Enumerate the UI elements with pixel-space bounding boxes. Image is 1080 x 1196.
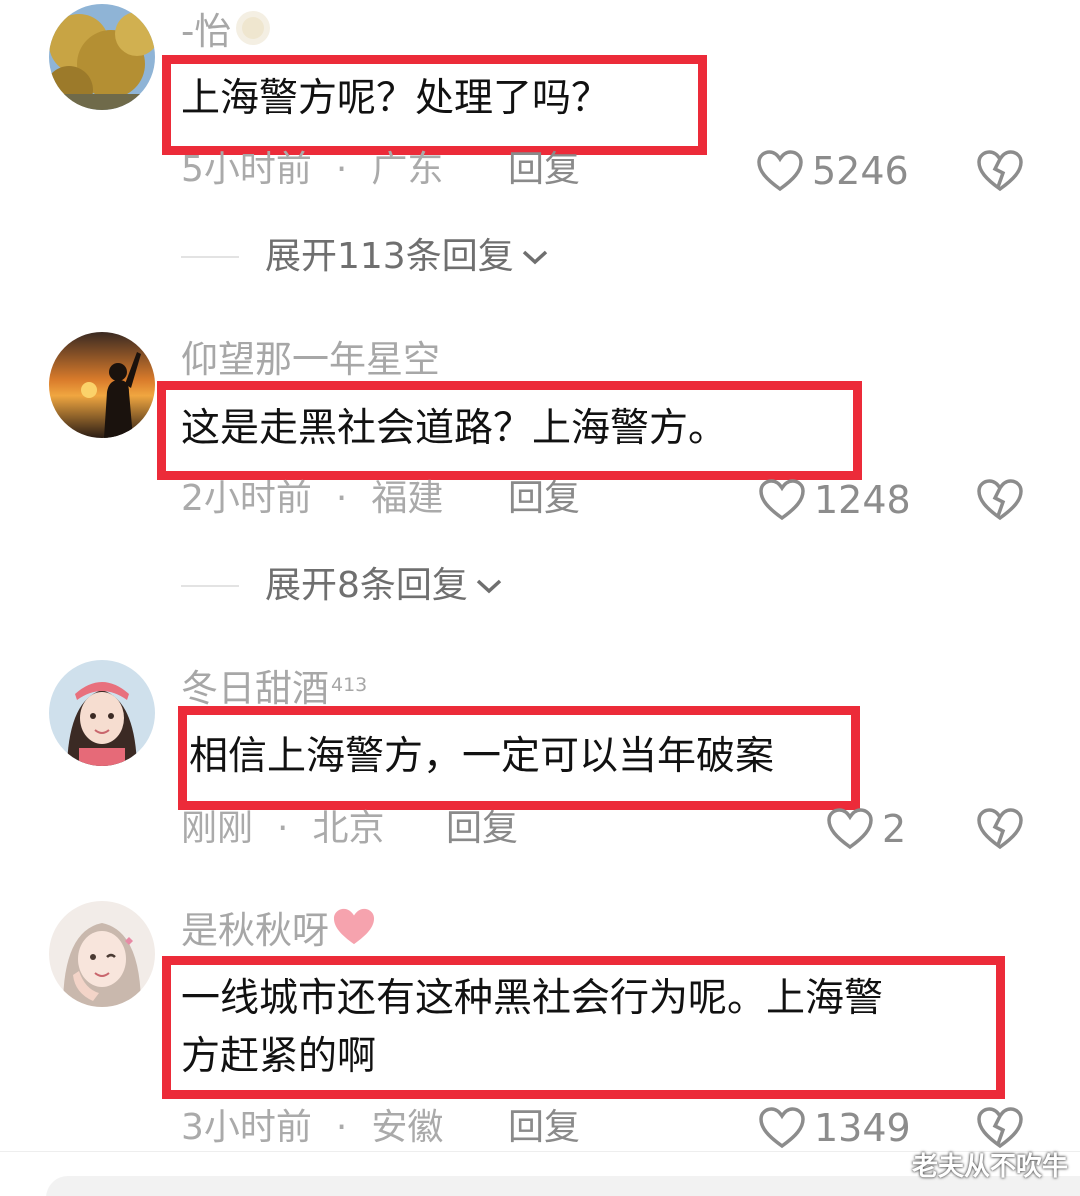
username[interactable]: 仰望那一年星空 [181,337,440,383]
like-count: 1248 [814,478,911,522]
heart-icon [827,808,873,850]
timestamp: 3小时前 [181,1107,312,1148]
heart-badge-icon [331,906,377,959]
like-count: 2 [882,807,907,851]
like-button[interactable]: 1349 [758,1103,911,1153]
avatar[interactable] [49,901,155,1007]
chevron-down-icon [476,579,502,594]
username[interactable]: -怡 [181,8,273,59]
location: 广东 [371,149,444,190]
comment-meta: 2小时前 · 福建 [181,476,443,522]
location: 北京 [312,808,385,849]
location: 福建 [371,478,444,519]
chevron-down-icon [522,250,547,265]
reply-button[interactable]: 回复 [446,806,518,852]
tree-avatar-icon [49,4,155,110]
like-count: 1349 [814,1106,911,1150]
divider [181,585,239,587]
avatar[interactable] [49,660,155,766]
like-button[interactable]: 1248 [758,475,911,525]
avatar[interactable] [49,4,155,110]
timestamp: 刚刚 [181,808,254,849]
broken-heart-icon[interactable] [976,478,1024,522]
comment-meta: 刚刚 · 北京 [181,806,384,852]
separator: · [335,149,348,190]
comment-text-line-2: 方赶紧的啊 [181,1034,377,1079]
girl-avatar-icon [49,660,155,766]
comment-text-line-1: 一线城市还有这种黑社会行为呢。上海警 [181,976,884,1021]
username[interactable]: 是秋秋呀 [181,906,377,959]
broken-heart-icon[interactable] [976,149,1024,193]
separator: · [335,1107,348,1148]
timestamp: 5小时前 [181,149,312,190]
heart-icon [757,150,803,192]
expand-label: 展开8条回复 [265,565,468,606]
comment-meta: 3小时前 · 安徽 [181,1105,443,1151]
like-button[interactable]: 5246 [756,146,909,196]
divider [181,256,239,258]
avatar[interactable] [49,332,155,438]
heart-icon [759,1107,805,1149]
like-count: 5246 [812,149,909,193]
badge-icon [233,8,273,59]
timestamp: 2小时前 [181,478,312,519]
expand-replies-button[interactable]: 展开8条回复 [181,563,504,609]
broken-heart-icon[interactable] [976,807,1024,851]
broken-heart-icon[interactable] [976,1106,1024,1150]
girl2-avatar-icon [49,901,155,1007]
sunset-avatar-icon [49,332,155,438]
separator: · [335,478,348,519]
reply-button[interactable]: 回复 [508,147,580,193]
separator: · [277,808,289,849]
comment-text: 相信上海警方，一定可以当年破案 [189,734,775,779]
watermark: 老夫从不吹牛 [911,1152,1068,1182]
user-level: 413 [331,674,368,696]
heart-icon [759,479,805,521]
reply-button[interactable]: 回复 [508,1105,580,1151]
location: 安徽 [371,1107,444,1148]
comment-text: 这是走黑社会道路？上海警方。 [181,406,728,451]
comment-text: 上海警方呢？处理了吗？ [181,76,611,121]
expand-label: 展开113条回复 [265,236,514,277]
like-button[interactable]: 2 [826,804,906,854]
comment-meta: 5小时前 · 广东 [181,147,443,193]
expand-replies-button[interactable]: 展开113条回复 [181,234,550,280]
reply-button[interactable]: 回复 [508,476,580,522]
